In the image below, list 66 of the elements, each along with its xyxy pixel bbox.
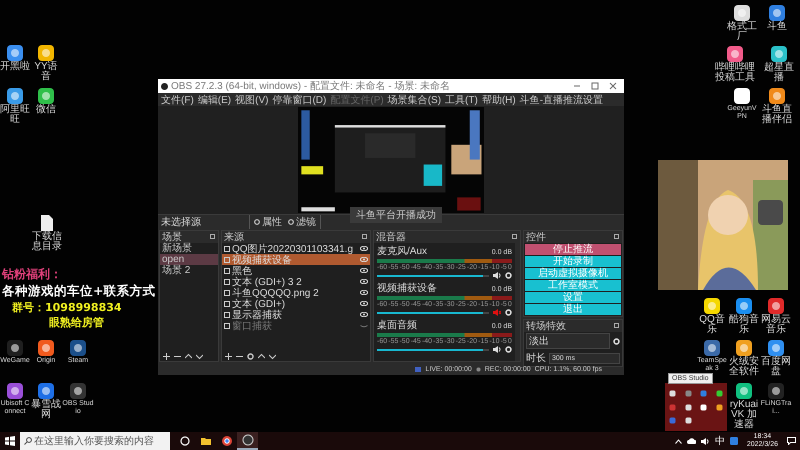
desktop-icon-label[interactable]: 下载信息目录 <box>31 232 63 252</box>
menu-item[interactable]: 视图(V) <box>235 92 268 106</box>
dock-title: 来源 <box>224 230 244 244</box>
channel-name: 视频捕获设备 <box>377 282 437 295</box>
menu-item[interactable]: 工具(T) <box>445 92 478 106</box>
desktop-icon-label[interactable]: 阿里旺旺 <box>0 105 31 125</box>
promo-heading: 钻粉福利： <box>2 266 63 283</box>
source-label: 显示器捕获 <box>232 310 283 320</box>
desktop-icon-label[interactable]: 哔哩哔哩投稿工具 <box>713 63 757 83</box>
source-item[interactable]: 显示器捕获 <box>222 309 370 320</box>
source-label: 窗口捕获 <box>232 320 273 332</box>
channel-name: 麦克风/Aux <box>377 244 428 258</box>
input-method-indicator[interactable]: 中 <box>714 434 725 448</box>
menu-item[interactable]: 停靠窗口(D) <box>272 92 326 106</box>
source-label: 文本 (GDI+) <box>232 298 286 310</box>
window-title: OBS 27.2.3 (64-bit, windows) - 配置文件: 未命名 - 场景: 未命名 <box>171 80 451 93</box>
scene-item[interactable]: 场景 2 <box>160 265 218 276</box>
desktop-icon-label[interactable]: 开黑啦 <box>0 62 31 72</box>
source-item[interactable]: 文本 (GDI+) 3 2 <box>222 276 370 287</box>
menu-item[interactable]: 编辑(E) <box>198 92 232 106</box>
source-item[interactable]: 文本 (GDI+) <box>222 298 370 309</box>
menu-item[interactable]: 帮助(H) <box>482 92 516 106</box>
desktop-icon-label[interactable]: YY语音 <box>30 62 62 82</box>
filters-button[interactable]: 滤镜 <box>287 215 317 229</box>
desktop-icon-label[interactable]: 网易云音乐 <box>760 315 792 335</box>
menu-item[interactable]: 斗鱼-直播推流设置 <box>520 92 604 106</box>
source-label: 视频捕获设备 <box>232 254 293 266</box>
dock-title: 混音器 <box>376 230 406 244</box>
search-field[interactable]: 在这里输入你要搜索的内容 <box>20 432 170 450</box>
transition-dropdown[interactable]: 淡出 <box>526 333 610 349</box>
channel-name: 桌面音频 <box>377 318 417 332</box>
source-label: 斗鱼QQQQQ.png 2 <box>232 288 320 298</box>
source-label: 黑色 <box>232 264 253 276</box>
desktop-icon-label[interactable]: 格式工厂 <box>726 22 758 42</box>
dock-title: 场景 <box>162 230 182 243</box>
desktop-icon-label[interactable]: 火绒安全软件 <box>728 357 760 377</box>
desktop-icon-label[interactable]: ryKuai VK 加速器 <box>728 400 760 430</box>
desktop-icon-label[interactable]: 暴雪战网 <box>30 400 62 420</box>
group-number: 群号：1098998834 <box>12 300 123 315</box>
notification-toast: 斗鱼平台开播成功 <box>350 207 442 223</box>
scene-item[interactable]: 新场景 <box>160 243 218 254</box>
desktop-icon-label[interactable]: 百度网盘 <box>760 357 792 377</box>
desktop-icon-label[interactable]: 微信 <box>30 105 62 115</box>
dock-title: 转场特效 <box>526 320 566 333</box>
scene-item[interactable]: open <box>160 254 218 265</box>
desktop-icon-label[interactable]: 斗鱼 <box>761 22 793 32</box>
source-item[interactable]: 视频捕获设备 <box>222 254 370 265</box>
source-item[interactable]: QQ图片20220301103341.g <box>222 243 370 254</box>
desktop-icon-label[interactable]: QQ音乐 <box>696 315 728 335</box>
desktop-icon-label[interactable]: 斗鱼直播伴侣 <box>761 105 793 125</box>
promo-text: 各种游戏的车位+联系方式 <box>2 283 156 300</box>
duration-label: 时长 <box>526 352 546 365</box>
properties-button[interactable]: 属性 <box>253 215 283 229</box>
menu-item[interactable]: 文件(F) <box>161 92 194 106</box>
source-item[interactable]: 黑色 <box>222 265 370 276</box>
control-button[interactable]: 停止推流 <box>525 244 621 255</box>
source-label: QQ图片20220301103341.g <box>232 242 354 254</box>
dock-title: 控件 <box>526 231 546 244</box>
menu-item[interactable]: 场景集合(S) <box>388 92 442 106</box>
source-item[interactable]: 斗鱼QQQQQ.png 2 <box>222 287 370 298</box>
desktop-icon-label[interactable]: 酷狗音乐 <box>728 315 760 335</box>
desktop-icon-label[interactable]: 超星直播 <box>763 63 795 83</box>
source-label: 文本 (GDI+) 3 2 <box>232 276 303 288</box>
source-item[interactable]: 窗口捕获 <box>222 320 370 331</box>
no-source-label: 未选择源 <box>161 216 202 229</box>
promo-note: 眼熟给房管 <box>49 315 105 330</box>
